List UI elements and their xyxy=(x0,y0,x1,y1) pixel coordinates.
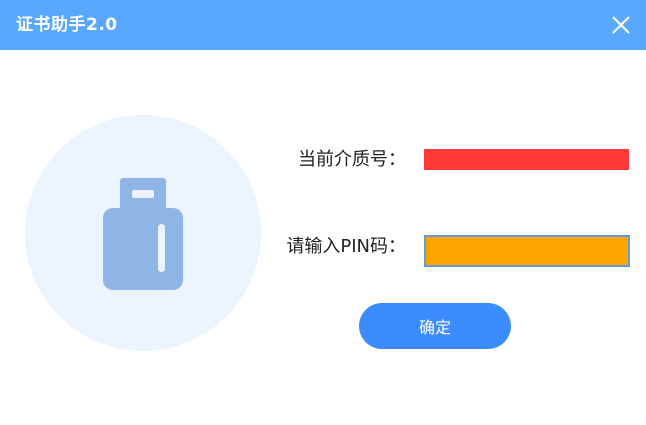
window-title: 证书助手2.0 xyxy=(16,15,118,35)
pin-label: 请输入PIN码： xyxy=(286,236,406,257)
confirm-button[interactable]: 确定 xyxy=(359,303,511,349)
device-illustration xyxy=(25,115,261,351)
title-bar: 证书助手2.0 xyxy=(0,0,646,50)
close-icon xyxy=(612,16,630,34)
media-number-label: 当前介质号： xyxy=(298,149,406,170)
pin-input[interactable] xyxy=(424,235,630,267)
close-button[interactable] xyxy=(608,12,634,38)
usb-key-icon xyxy=(103,178,183,290)
media-number-value xyxy=(424,149,629,170)
